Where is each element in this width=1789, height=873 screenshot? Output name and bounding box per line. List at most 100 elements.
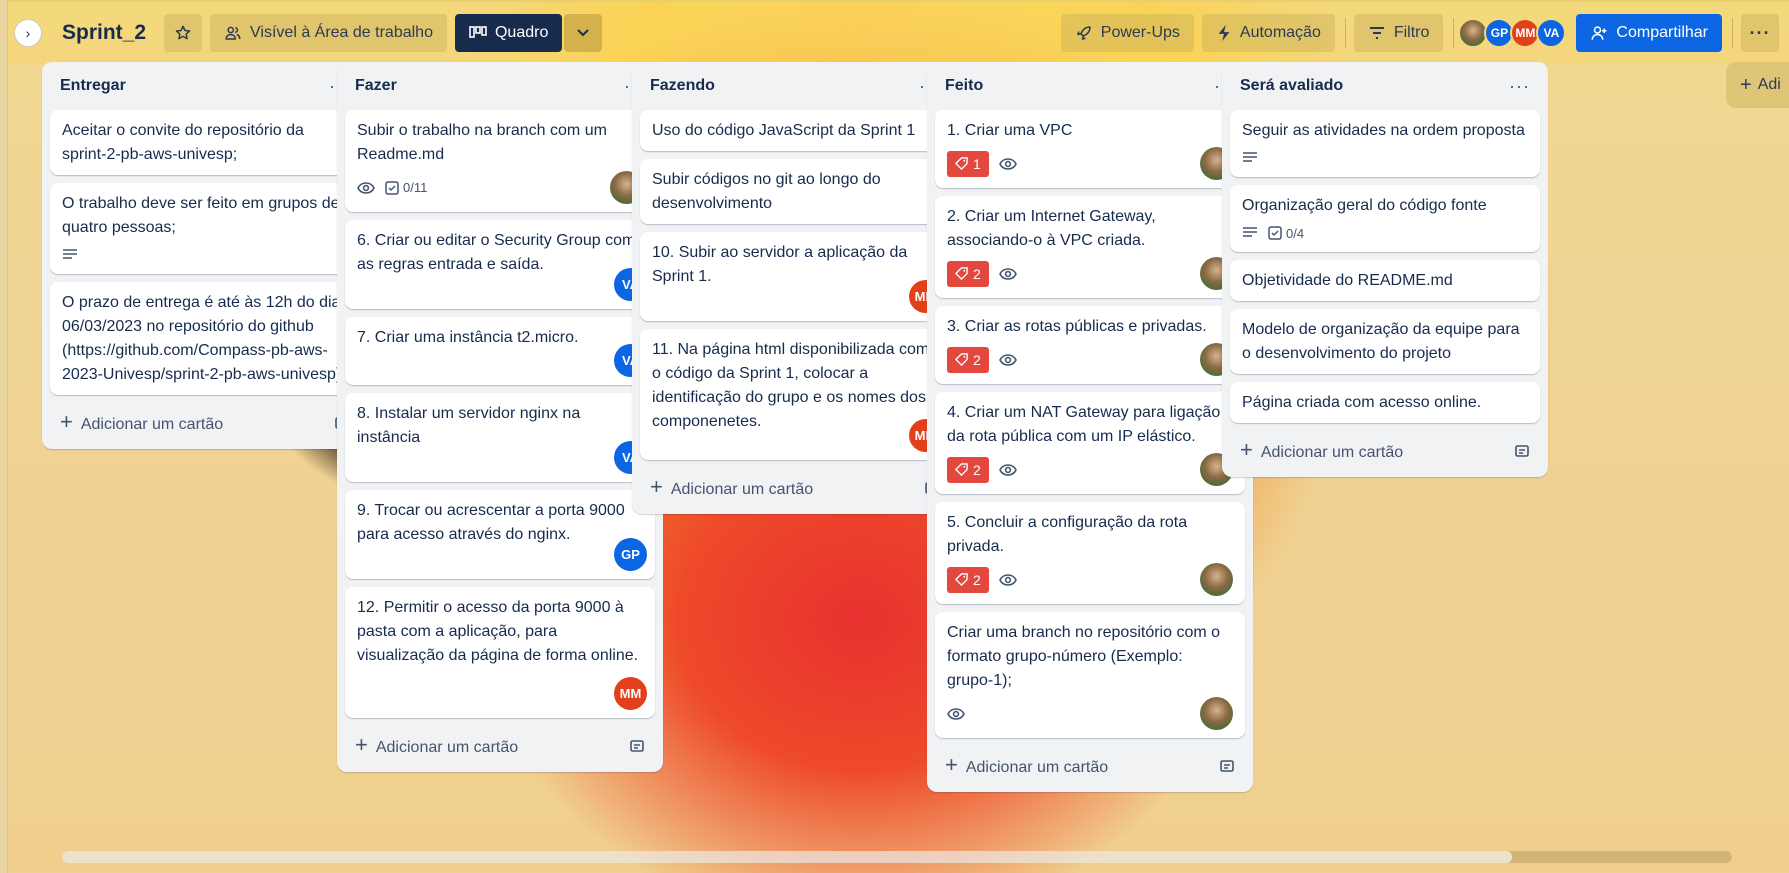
- list-title[interactable]: Entregar: [60, 77, 126, 95]
- card[interactable]: 10. Subir ao servidor a aplicação da Spr…: [640, 232, 950, 321]
- card-title: 7. Criar uma instância t2.micro.: [357, 329, 579, 346]
- expand-sidebar-button[interactable]: ›: [14, 19, 42, 47]
- visibility-label: Visível à Área de trabalho: [250, 24, 433, 41]
- watch-eye-icon: [998, 463, 1017, 476]
- add-card-button[interactable]: + Adicionar um cartão: [50, 403, 360, 441]
- card[interactable]: 8. Instalar um servidor nginx na instânc…: [345, 393, 655, 482]
- card-badges: [1242, 147, 1528, 169]
- left-strip: [0, 0, 8, 873]
- plus-icon: +: [60, 409, 73, 434]
- card[interactable]: Subir códigos no git ao longo do desenvo…: [640, 159, 950, 224]
- checklist-icon: [385, 180, 399, 195]
- card-template-icon[interactable]: [629, 736, 645, 753]
- card-badges: 2: [947, 343, 1233, 376]
- card[interactable]: Uso do código JavaScript da Sprint 1: [640, 110, 950, 151]
- card[interactable]: Seguir as atividades na ordem proposta: [1230, 110, 1540, 177]
- card-template-icon[interactable]: [1219, 756, 1235, 773]
- add-list-button[interactable]: + Adi: [1726, 62, 1789, 108]
- tag-icon: [955, 267, 968, 280]
- card[interactable]: 7. Criar uma instância t2.micro. VA: [345, 317, 655, 385]
- add-card-button[interactable]: + Adicionar um cartão: [935, 746, 1245, 784]
- add-card-button[interactable]: + Adicionar um cartão: [1230, 431, 1540, 469]
- vote-badge: 2: [947, 566, 989, 593]
- card[interactable]: 6. Criar ou editar o Security Group com …: [345, 220, 655, 309]
- card[interactable]: 2. Criar um Internet Gateway, associando…: [935, 196, 1245, 298]
- card-title: Organização geral do código fonte: [1242, 197, 1487, 214]
- scrollbar-thumb[interactable]: [62, 851, 1512, 863]
- card-title: Criar uma branch no repositório com o fo…: [947, 624, 1221, 689]
- board-view-icon: [469, 26, 487, 38]
- powerups-button[interactable]: Power-Ups: [1060, 14, 1194, 52]
- card[interactable]: Aceitar o convite do repositório da spri…: [50, 110, 360, 175]
- card[interactable]: 1. Criar uma VPC 1: [935, 110, 1245, 188]
- list-fazer: Fazer ··· Subir o trabalho na branch com…: [337, 62, 663, 772]
- card[interactable]: Modelo de organização da equipe para o d…: [1230, 309, 1540, 374]
- card[interactable]: O trabalho deve ser feito em grupos de q…: [50, 183, 360, 274]
- add-card-label: Adicionar um cartão: [670, 481, 814, 498]
- card[interactable]: 12. Permitir o acesso da porta 9000 à pa…: [345, 587, 655, 718]
- view-switcher-dropdown[interactable]: [564, 14, 603, 52]
- add-card-button[interactable]: + Adicionar um cartão: [345, 726, 655, 764]
- checklist-count: 0/11: [403, 180, 428, 195]
- watch-eye-icon: [998, 157, 1017, 170]
- tag-icon: [955, 463, 968, 476]
- card-title: Aceitar o convite do repositório da spri…: [62, 122, 304, 163]
- card[interactable]: 3. Criar as rotas públicas e privadas. 2: [935, 306, 1245, 384]
- list-actions-icon[interactable]: ···: [1509, 76, 1530, 97]
- filter-icon: [1369, 27, 1384, 39]
- star-button[interactable]: [164, 14, 203, 52]
- member-avatar[interactable]: [1200, 697, 1233, 730]
- card[interactable]: 9. Trocar ou acrescentar a porta 9000 pa…: [345, 490, 655, 579]
- card[interactable]: Objetividade do README.md: [1230, 260, 1540, 301]
- list-header[interactable]: Feito ···: [935, 62, 1245, 110]
- workspace-icon: [225, 26, 241, 40]
- card[interactable]: 4. Criar um NAT Gateway para ligação da …: [935, 392, 1245, 494]
- list-header[interactable]: Entregar ···: [50, 62, 360, 110]
- tag-icon: [955, 157, 968, 170]
- card[interactable]: O prazo de entrega é até às 12h do dia 0…: [50, 282, 360, 395]
- avatar[interactable]: VA: [1536, 18, 1567, 48]
- share-button[interactable]: Compartilhar: [1576, 14, 1722, 52]
- member-avatar[interactable]: [1200, 563, 1233, 596]
- add-card-label: Adicionar um cartão: [965, 759, 1109, 776]
- list-fazendo: Fazendo ··· Uso do código JavaScript da …: [632, 62, 958, 514]
- member-avatar[interactable]: GP: [614, 538, 647, 571]
- list-title[interactable]: Fazendo: [650, 77, 715, 95]
- watch-eye-icon: [947, 707, 965, 720]
- automation-button[interactable]: Automação: [1201, 14, 1335, 52]
- list-header[interactable]: Fazer ···: [345, 62, 655, 110]
- list-header[interactable]: Será avaliado ···: [1230, 62, 1540, 110]
- card-title: 6. Criar ou editar o Security Group com …: [357, 232, 636, 273]
- board-title[interactable]: Sprint_2: [62, 21, 146, 45]
- card-template-icon[interactable]: [1514, 441, 1530, 458]
- card-badges: 1: [947, 147, 1233, 180]
- vote-badge: 2: [947, 260, 989, 287]
- list-title[interactable]: Fazer: [355, 77, 397, 95]
- view-board-button[interactable]: Quadro: [454, 14, 563, 52]
- filter-button[interactable]: Filtro: [1353, 14, 1444, 52]
- watch-eye-icon: [998, 267, 1017, 280]
- card[interactable]: Página criada com acesso online.: [1230, 382, 1540, 423]
- visibility-button[interactable]: Visível à Área de trabalho: [210, 14, 447, 52]
- vote-badge: 2: [947, 456, 989, 483]
- card[interactable]: Criar uma branch no repositório com o fo…: [935, 612, 1245, 738]
- card[interactable]: Organização geral do código fonte 0/4: [1230, 185, 1540, 252]
- board-members[interactable]: GP MM VA: [1458, 18, 1567, 48]
- card[interactable]: 11. Na página html disponibilizada com o…: [640, 329, 950, 460]
- list-title[interactable]: Feito: [945, 77, 983, 95]
- header-divider: [1344, 18, 1346, 48]
- chevron-down-icon: [577, 29, 590, 37]
- board-menu-button[interactable]: ···: [1741, 14, 1779, 52]
- watch-eye-icon: [357, 181, 375, 194]
- card[interactable]: 5. Concluir a configuração da rota priva…: [935, 502, 1245, 604]
- member-avatar[interactable]: MM: [614, 677, 647, 710]
- card[interactable]: Subir o trabalho na branch com um Readme…: [345, 110, 655, 212]
- checklist-badge: 0/11: [385, 180, 427, 195]
- list-header[interactable]: Fazendo ···: [640, 62, 950, 110]
- card-title: Subir o trabalho na branch com um Readme…: [357, 122, 607, 163]
- add-card-button[interactable]: + Adicionar um cartão: [640, 468, 950, 506]
- list-title[interactable]: Será avaliado: [1240, 77, 1343, 95]
- view-label: Quadro: [494, 24, 549, 41]
- horizontal-scrollbar[interactable]: [62, 851, 1732, 863]
- add-card-label: Adicionar um cartão: [375, 739, 519, 756]
